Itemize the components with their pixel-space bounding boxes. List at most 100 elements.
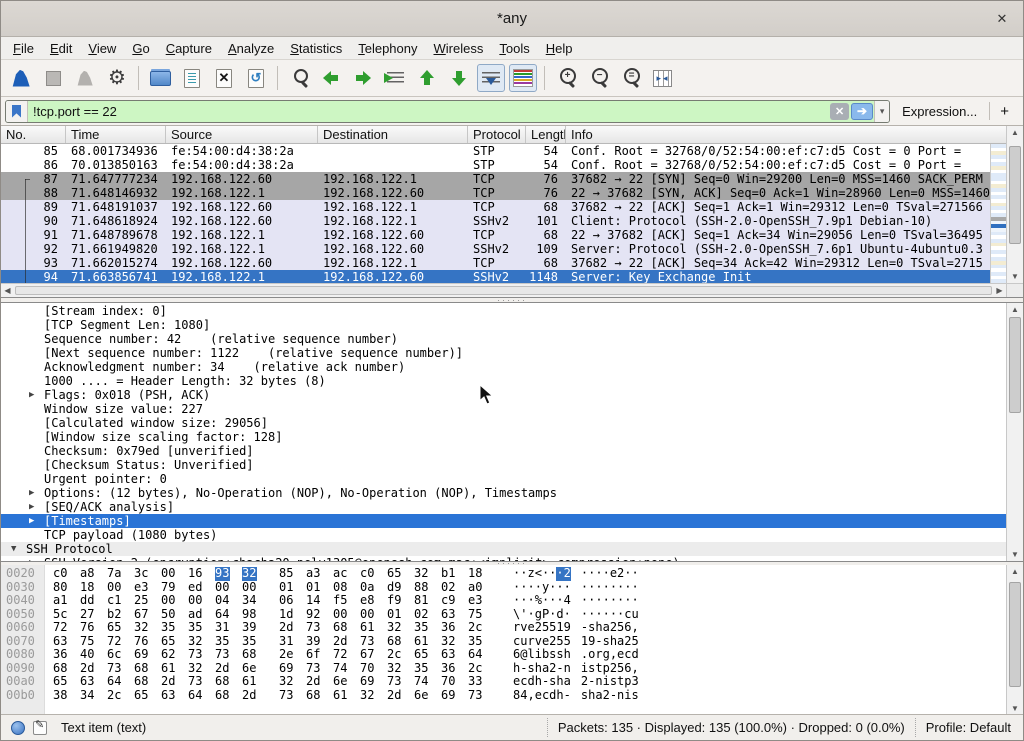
scroll-thumb[interactable] (1009, 582, 1021, 687)
detail-line-8[interactable]: [Calculated window size: 29056] (1, 416, 1006, 430)
detail-line-15[interactable]: ▶[Timestamps] (1, 514, 1006, 528)
hex-row-0030[interactable]: 0030801800e379ed00000101080ad98802a0····… (1, 581, 1006, 595)
detail-line-12[interactable]: Urgent pointer: 0 (1, 472, 1006, 486)
menu-edit[interactable]: Edit (42, 39, 80, 58)
scroll-right-icon[interactable]: ▶ (993, 284, 1006, 297)
detail-line-4[interactable]: Acknowledgment number: 34 (relative ack … (1, 360, 1006, 374)
packet-list-hscrollbar[interactable]: ◀ ▶ (1, 283, 1006, 297)
close-file-icon[interactable] (210, 64, 238, 92)
column-header-no[interactable]: No. (1, 126, 66, 143)
packet-row-90[interactable]: 9071.648618924192.168.122.60192.168.122.… (1, 214, 990, 228)
restart-capture-icon[interactable] (71, 64, 99, 92)
hex-row-0040[interactable]: 0040a1ddc125000004340614f5e8f981c9e3···%… (1, 594, 1006, 608)
scroll-thumb[interactable] (1009, 146, 1021, 244)
scroll-up-icon[interactable]: ▲ (1007, 565, 1023, 578)
go-forward-icon[interactable] (349, 64, 377, 92)
menu-tools[interactable]: Tools (491, 39, 537, 58)
packet-row-89[interactable]: 8971.648191037192.168.122.60192.168.122.… (1, 200, 990, 214)
collapse-arrow-icon[interactable]: ▼ (11, 542, 16, 556)
menu-help[interactable]: Help (538, 39, 581, 58)
packet-row-86[interactable]: 8670.013850163fe:54:00:d4:38:2aSTP54Conf… (1, 158, 990, 172)
detail-vscrollbar[interactable]: ▲ ▼ (1006, 303, 1023, 561)
detail-line-5[interactable]: 1000 .... = Header Length: 32 bytes (8) (1, 374, 1006, 388)
hex-row-0070[interactable]: 0070637572766532353531392d7368613235curv… (1, 635, 1006, 649)
hex-row-00a0[interactable]: 00a0656364682d736861322d6e6973747033ecdh… (1, 675, 1006, 689)
menu-capture[interactable]: Capture (158, 39, 220, 58)
hex-row-0090[interactable]: 0090682d736861322d6e697374703235362ch-sh… (1, 662, 1006, 676)
hex-row-0020[interactable]: 0020c0a87a3c0016933285a3acc06532b118··z<… (1, 567, 1006, 581)
zoom-out-icon[interactable] (584, 64, 612, 92)
detail-line-16[interactable]: TCP payload (1080 bytes) (1, 528, 1006, 542)
filter-apply-icon[interactable]: ➔ (851, 103, 873, 120)
column-header-info[interactable]: Info (566, 126, 1006, 143)
hex-vscrollbar[interactable]: ▲ ▼ (1006, 565, 1023, 715)
capture-options-icon[interactable] (103, 64, 131, 92)
detail-line-2[interactable]: Sequence number: 42 (relative sequence n… (1, 332, 1006, 346)
open-file-icon[interactable] (146, 64, 174, 92)
packet-row-93[interactable]: 9371.662015274192.168.122.60192.168.122.… (1, 256, 990, 270)
go-to-packet-icon[interactable] (381, 64, 409, 92)
packet-list-vscrollbar[interactable]: ▲ ▼ (1006, 126, 1023, 283)
packet-row-91[interactable]: 9171.648789678192.168.122.1192.168.122.6… (1, 228, 990, 242)
menu-wireless[interactable]: Wireless (426, 39, 492, 58)
go-top-icon[interactable] (413, 64, 441, 92)
filter-history-dropdown-icon[interactable]: ▾ (874, 101, 889, 122)
detail-line-0[interactable]: [Stream index: 0] (1, 304, 1006, 318)
menu-telephony[interactable]: Telephony (350, 39, 425, 58)
column-header-time[interactable]: Time (66, 126, 166, 143)
detail-line-13[interactable]: ▶Options: (12 bytes), No-Operation (NOP)… (1, 486, 1006, 500)
expand-arrow-icon[interactable]: ▶ (29, 486, 34, 500)
scroll-thumb[interactable] (15, 286, 992, 295)
scroll-left-icon[interactable]: ◀ (1, 284, 14, 297)
display-filter-input[interactable] (28, 104, 829, 119)
detail-line-11[interactable]: [Checksum Status: Unverified] (1, 458, 1006, 472)
expand-arrow-icon[interactable]: ▶ (29, 556, 34, 562)
expand-arrow-icon[interactable]: ▶ (29, 500, 34, 514)
menu-file[interactable]: File (5, 39, 42, 58)
menu-go[interactable]: Go (124, 39, 157, 58)
detail-line-7[interactable]: Window size value: 227 (1, 402, 1006, 416)
detail-line-18[interactable]: ▶SSH Version 2 (encryption:chacha20-poly… (1, 556, 1006, 562)
packet-row-88[interactable]: 8871.648146932192.168.122.1192.168.122.6… (1, 186, 990, 200)
zoom-in-icon[interactable] (552, 64, 580, 92)
detail-line-9[interactable]: [Window size scaling factor: 128] (1, 430, 1006, 444)
packet-row-92[interactable]: 9271.661949820192.168.122.1192.168.122.6… (1, 242, 990, 256)
close-window-icon[interactable]: ✕ (993, 10, 1011, 28)
filter-clear-icon[interactable]: ✕ (830, 103, 849, 120)
hex-row-00b0[interactable]: 00b038342c656364682d736861322d6e697384,e… (1, 689, 1006, 703)
packet-row-85[interactable]: 8568.001734936fe:54:00:d4:38:2aSTP54Conf… (1, 144, 990, 158)
capture-comment-icon[interactable] (33, 721, 47, 735)
go-back-icon[interactable] (317, 64, 345, 92)
expand-arrow-icon[interactable]: ▶ (29, 514, 34, 528)
column-header-length[interactable]: Length (526, 126, 566, 143)
packet-row-87[interactable]: 8771.647777234192.168.122.60192.168.122.… (1, 172, 990, 186)
detail-line-14[interactable]: ▶[SEQ/ACK analysis] (1, 500, 1006, 514)
add-filter-button[interactable]: + (996, 103, 1017, 120)
start-capture-icon[interactable] (7, 64, 35, 92)
status-profile[interactable]: Profile: Default (915, 718, 1023, 737)
find-packet-icon[interactable] (285, 64, 313, 92)
menu-analyze[interactable]: Analyze (220, 39, 282, 58)
detail-line-1[interactable]: [TCP Segment Len: 1080] (1, 318, 1006, 332)
scroll-up-icon[interactable]: ▲ (1007, 126, 1023, 139)
scroll-up-icon[interactable]: ▲ (1007, 303, 1023, 316)
save-file-icon[interactable] (178, 64, 206, 92)
reload-file-icon[interactable] (242, 64, 270, 92)
hex-row-0080[interactable]: 008036406c69627373682e6f72672c6563646@li… (1, 648, 1006, 662)
packet-list-minimap[interactable] (990, 144, 1006, 283)
hex-row-0050[interactable]: 00505c27b26750ad64981d92000001026375\'·g… (1, 608, 1006, 622)
filter-bookmark-icon[interactable] (6, 101, 28, 122)
resize-columns-icon[interactable] (648, 64, 676, 92)
detail-line-17[interactable]: ▼SSH Protocol (1, 542, 1006, 556)
stop-capture-icon[interactable] (39, 64, 67, 92)
display-filter-field[interactable]: ✕ ➔ ▾ (5, 100, 890, 123)
detail-line-10[interactable]: Checksum: 0x79ed [unverified] (1, 444, 1006, 458)
column-header-protocol[interactable]: Protocol (468, 126, 526, 143)
scroll-down-icon[interactable]: ▼ (1007, 548, 1023, 561)
go-bottom-icon[interactable] (445, 64, 473, 92)
menu-statistics[interactable]: Statistics (282, 39, 350, 58)
scroll-down-icon[interactable]: ▼ (1007, 270, 1023, 283)
menu-view[interactable]: View (80, 39, 124, 58)
expert-info-icon[interactable] (11, 721, 25, 735)
expand-arrow-icon[interactable]: ▶ (29, 388, 34, 402)
